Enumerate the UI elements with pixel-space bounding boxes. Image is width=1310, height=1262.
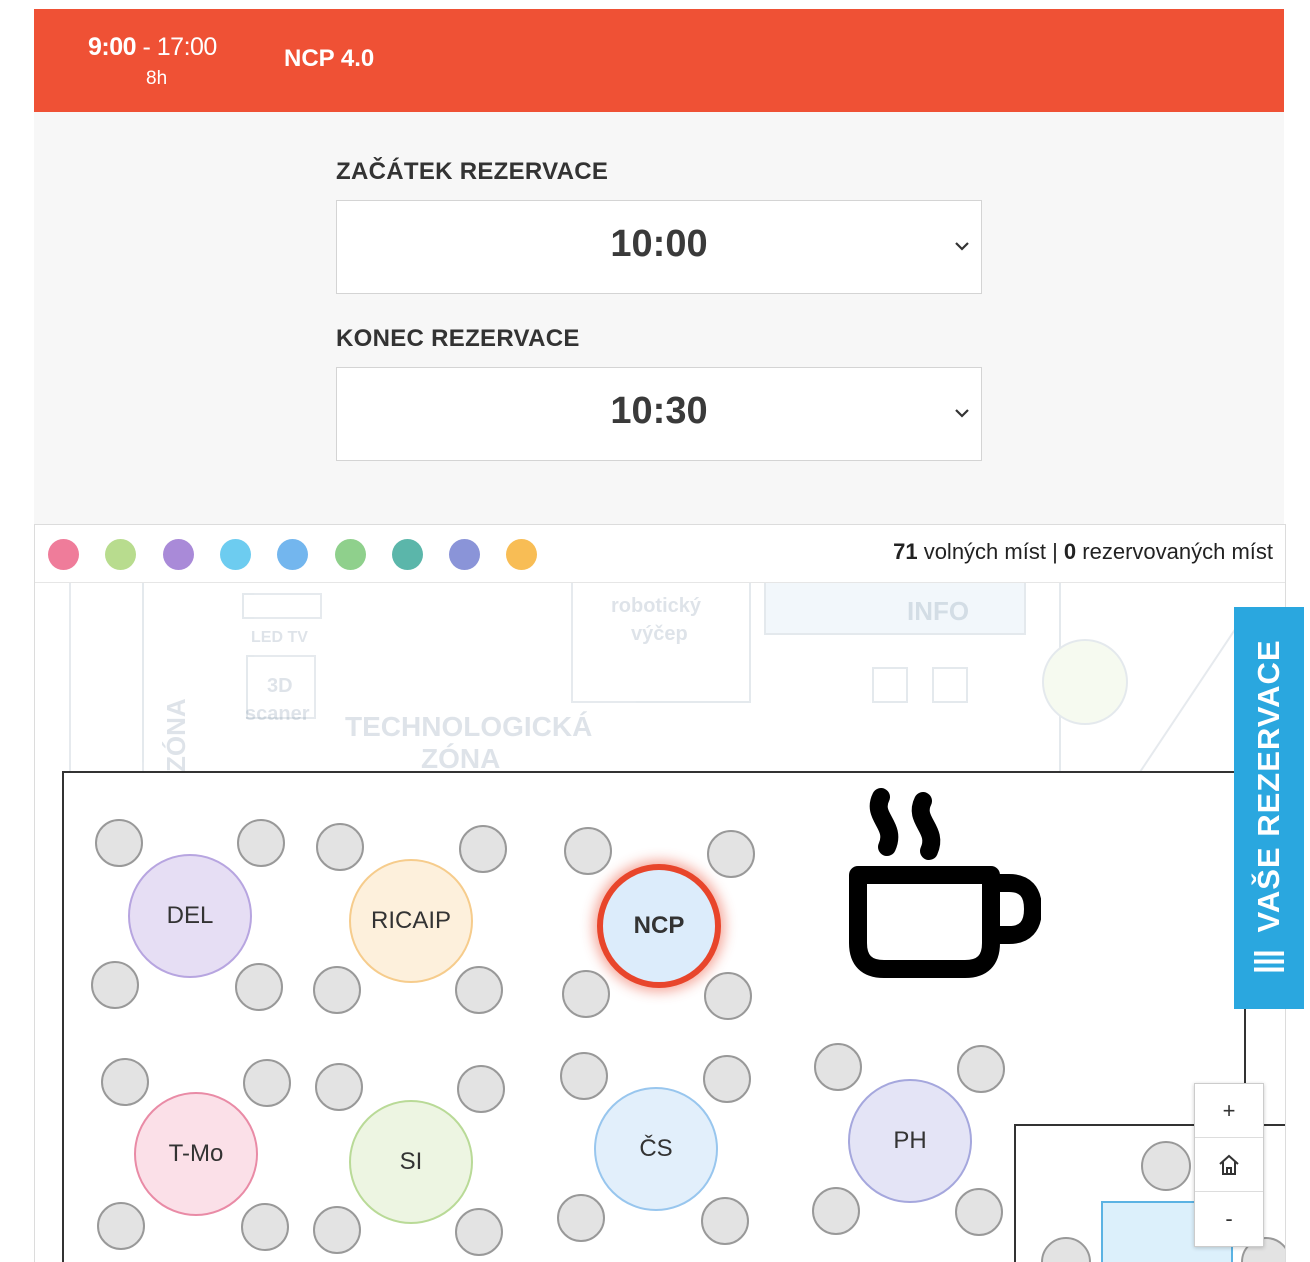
- plan-label-robotic: robotický: [611, 595, 702, 617]
- seat[interactable]: [243, 1059, 291, 1107]
- filter-color-dot[interactable]: [48, 539, 79, 570]
- filter-color-dot[interactable]: [391, 539, 423, 570]
- seat[interactable]: [564, 827, 612, 875]
- seat[interactable]: [704, 972, 752, 1020]
- start-label: ZAČÁTEK REZERVACE: [336, 158, 609, 185]
- seat[interactable]: [707, 830, 755, 878]
- seat[interactable]: [557, 1194, 605, 1242]
- start-time-value: 10:00: [610, 223, 708, 265]
- free-label: volných míst: [917, 539, 1046, 564]
- table-label: RICAIP: [370, 907, 451, 934]
- seat[interactable]: [455, 966, 503, 1014]
- filter-color-dot[interactable]: [277, 539, 309, 570]
- zoom-home-button[interactable]: [1195, 1138, 1263, 1192]
- seat[interactable]: [562, 970, 610, 1018]
- time-duration: 8h: [146, 68, 168, 89]
- end-time-value: 10:30: [610, 390, 708, 432]
- table-ricaip[interactable]: RICAIP: [349, 859, 473, 983]
- time-range: 9:00 - 17:00: [88, 33, 217, 62]
- your-reservations-label: VAŠE REZERVACE: [1251, 639, 1286, 933]
- floor-map[interactable]: 71 volných míst | 0 rezervovaných míst r…: [34, 524, 1286, 1262]
- table-label: NCP: [633, 912, 685, 939]
- plan-label-zone: ZÓNA: [421, 743, 500, 772]
- background-floor-plan: robotický výčep INFO TECHNOLOGICKÁ ZÓNA …: [69, 582, 1241, 772]
- seat[interactable]: [101, 1058, 149, 1106]
- seat[interactable]: [812, 1187, 860, 1235]
- table-si[interactable]: SI: [349, 1100, 473, 1224]
- free-count: 71: [893, 539, 918, 564]
- filter-color-dot[interactable]: [449, 539, 481, 570]
- seat[interactable]: [313, 1206, 361, 1254]
- seat[interactable]: [457, 1065, 505, 1113]
- seat[interactable]: [703, 1055, 751, 1103]
- plan-label-3d: 3D: [267, 675, 293, 697]
- stats-separator: |: [1045, 539, 1064, 564]
- chevron-down-icon: [955, 242, 969, 251]
- table-ph[interactable]: PH: [848, 1079, 972, 1203]
- filter-color-dot[interactable]: [105, 539, 137, 570]
- seat[interactable]: [814, 1043, 862, 1091]
- seat[interactable]: [237, 819, 285, 867]
- plan-label-led-tv: LED TV: [251, 629, 308, 646]
- table-label: T-Mo: [168, 1140, 224, 1167]
- seat[interactable]: [957, 1045, 1005, 1093]
- seat[interactable]: [313, 966, 361, 1014]
- filter-bar: 71 volných míst | 0 rezervovaných míst: [35, 525, 1285, 583]
- table-label: PH: [893, 1127, 927, 1154]
- plan-label-scanner: scaner: [245, 703, 310, 725]
- zoom-control: + -: [1194, 1083, 1264, 1247]
- filter-color-dot[interactable]: [506, 539, 538, 570]
- table-label: ČS: [639, 1135, 673, 1162]
- time-end: - 17:00: [136, 33, 217, 61]
- seat[interactable]: [235, 963, 283, 1011]
- start-time-select[interactable]: 10:00: [336, 200, 982, 294]
- zoom-in-button[interactable]: +: [1195, 1084, 1263, 1138]
- seat[interactable]: [701, 1197, 749, 1245]
- end-time-select[interactable]: 10:30: [336, 367, 982, 461]
- filter-color-dot[interactable]: [334, 539, 366, 570]
- filter-color-dot[interactable]: [219, 539, 251, 570]
- seat[interactable]: [316, 823, 364, 871]
- time-start: 9:00: [88, 33, 137, 61]
- seat[interactable]: [97, 1202, 145, 1250]
- plan-label-bar: výčep: [631, 623, 688, 645]
- seat[interactable]: [241, 1203, 289, 1251]
- reservation-header: 9:00 - 17:00 8h NCP 4.0: [34, 9, 1284, 112]
- plan-label-side-zone: ZÓNA: [161, 698, 191, 772]
- seat-stats: 71 volných míst | 0 rezervovaných míst: [893, 539, 1273, 565]
- seat[interactable]: [455, 1208, 503, 1256]
- zoom-out-button[interactable]: -: [1195, 1192, 1263, 1245]
- reserved-count: 0: [1063, 539, 1077, 564]
- space-name: NCP 4.0: [284, 45, 375, 72]
- table-del[interactable]: DEL: [128, 854, 252, 978]
- seat[interactable]: [955, 1188, 1003, 1236]
- table--s[interactable]: ČS: [594, 1087, 718, 1211]
- menu-icon: [1254, 951, 1284, 972]
- plan-label-info: INFO: [907, 596, 969, 626]
- table-label: DEL: [166, 902, 214, 929]
- seat[interactable]: [459, 825, 507, 873]
- seat[interactable]: [91, 961, 139, 1009]
- end-label: KONEC REZERVACE: [336, 325, 580, 352]
- table-label: SI: [399, 1148, 423, 1175]
- reservation-form: ZAČÁTEK REZERVACE 10:00 KONEC REZERVACE …: [34, 112, 1284, 524]
- table-t-mo[interactable]: T-Mo: [134, 1092, 258, 1216]
- seat[interactable]: [95, 819, 143, 867]
- your-reservations-tab[interactable]: VAŠE REZERVACE: [1234, 607, 1304, 1009]
- coffee-cup-icon: [849, 788, 1041, 978]
- seat[interactable]: [315, 1063, 363, 1111]
- seat[interactable]: [560, 1052, 608, 1100]
- chevron-down-icon: [955, 409, 969, 418]
- your-reservations-content: VAŠE REZERVACE: [1251, 639, 1287, 976]
- home-icon: [1219, 1154, 1239, 1175]
- plan-label-tech-zone: TECHNOLOGICKÁ: [345, 711, 592, 742]
- table-ncp[interactable]: NCP: [597, 864, 721, 988]
- filter-color-dot[interactable]: [162, 539, 194, 570]
- reserved-label: rezervovaných míst: [1076, 539, 1273, 564]
